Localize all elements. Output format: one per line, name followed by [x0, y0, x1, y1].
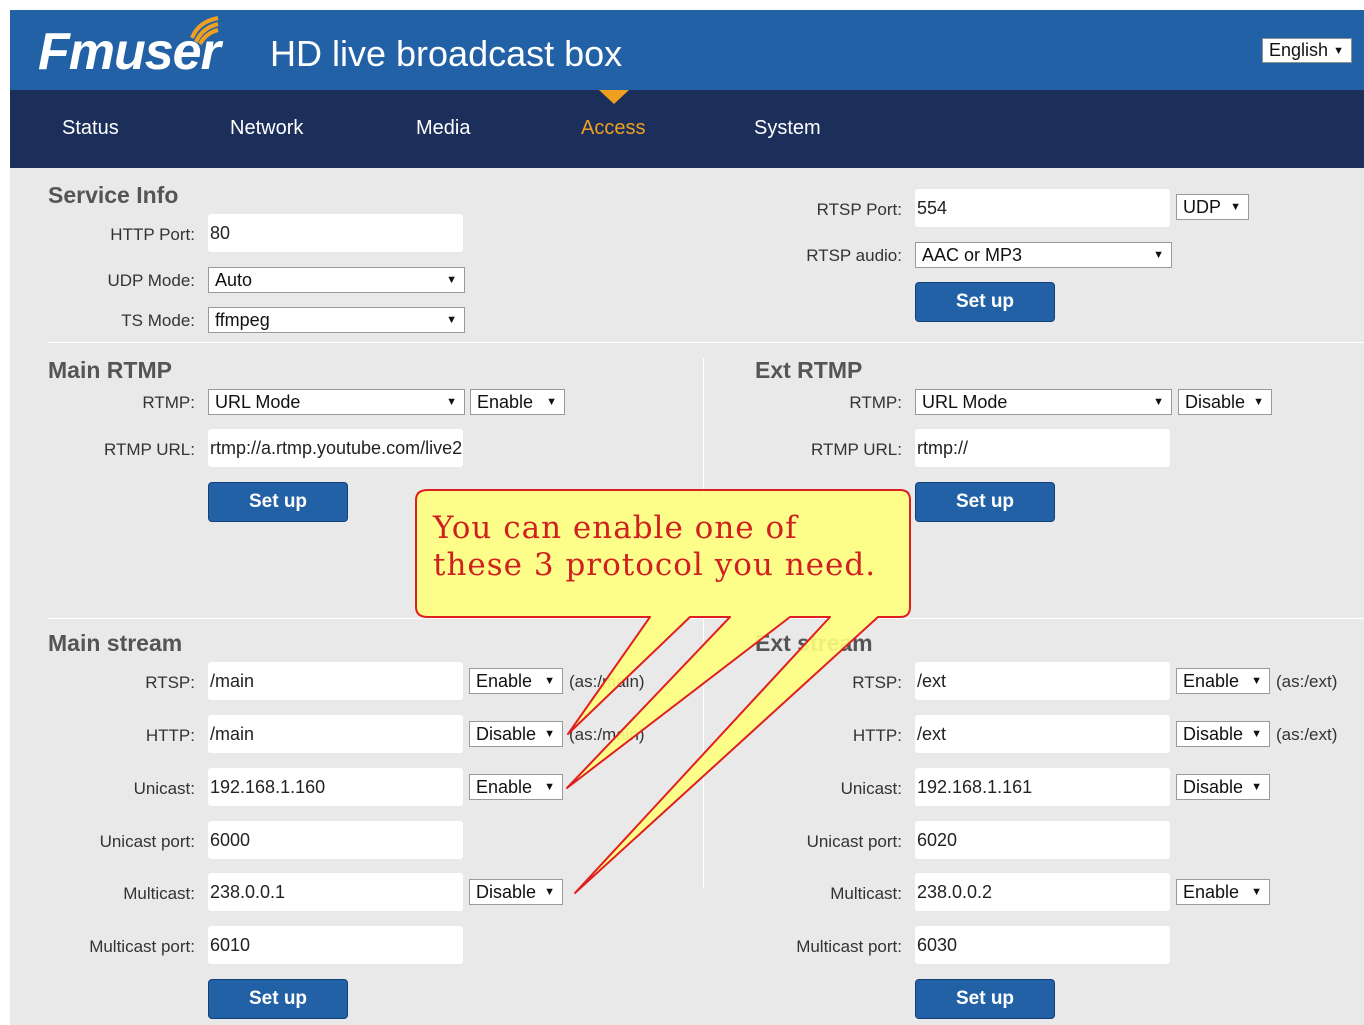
app-window: Fmuser HD live broadcast box English ▼ S… — [10, 10, 1364, 1025]
callout-text: You can enable one of these 3 protocol y… — [433, 510, 913, 584]
callout-line-2: these 3 protocol you need. — [433, 547, 877, 583]
callout-line-1: You can enable one of — [433, 510, 798, 546]
